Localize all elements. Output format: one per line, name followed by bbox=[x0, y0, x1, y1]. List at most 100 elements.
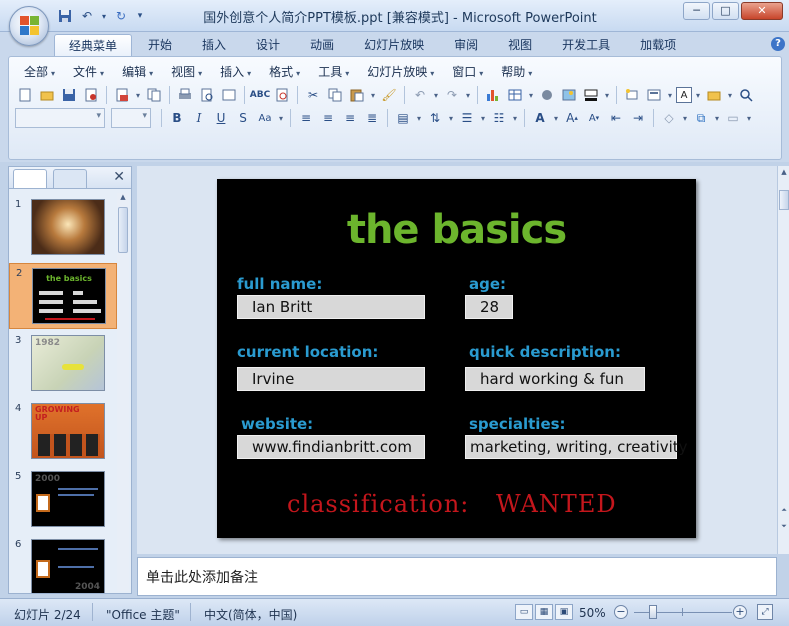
normal-view-icon[interactable]: ▭ bbox=[515, 604, 533, 620]
justify-icon[interactable]: ≣ bbox=[362, 108, 382, 128]
redo-icon[interactable]: ↷ bbox=[442, 85, 462, 105]
tab-slides[interactable] bbox=[13, 169, 47, 188]
new-slide-icon[interactable] bbox=[622, 85, 642, 105]
chevron-down-icon[interactable]: ▾ bbox=[511, 114, 519, 123]
text-direction-icon[interactable]: ⇅ bbox=[425, 108, 445, 128]
next-slide-icon[interactable]: ⏷ bbox=[778, 522, 789, 531]
print-preview-icon[interactable] bbox=[197, 85, 217, 105]
shapes-icon[interactable]: ◇ bbox=[659, 108, 679, 128]
align-left-icon[interactable]: ≡ bbox=[296, 108, 316, 128]
slide-thumbnail-3[interactable]: 3 1982 bbox=[9, 331, 117, 397]
thumbnails-scrollbar[interactable]: ▲ bbox=[117, 193, 129, 591]
slide-thumbnail-1[interactable]: 1 bbox=[9, 195, 117, 261]
redo-icon[interactable]: ↻ bbox=[112, 7, 130, 25]
copy-icon[interactable] bbox=[325, 85, 345, 105]
undo-dropdown-icon[interactable]: ▾ bbox=[100, 7, 108, 25]
age-value[interactable]: 28 bbox=[465, 295, 513, 319]
office-button[interactable] bbox=[9, 6, 49, 46]
arrange-icon[interactable]: ⧉ bbox=[691, 108, 711, 128]
close-button[interactable]: ✕ bbox=[741, 2, 783, 20]
research-icon[interactable] bbox=[272, 85, 292, 105]
language-indicator[interactable]: 中文(简体，中国) bbox=[204, 606, 297, 623]
chevron-down-icon[interactable]: ▾ bbox=[726, 91, 734, 100]
chevron-down-icon[interactable]: ▾ bbox=[134, 91, 142, 100]
font-name-combo[interactable] bbox=[15, 108, 105, 128]
copy-page-icon[interactable] bbox=[144, 85, 164, 105]
chevron-down-icon[interactable]: ▾ bbox=[527, 91, 535, 100]
minimize-button[interactable]: ─ bbox=[683, 2, 710, 20]
slide-view-icon[interactable] bbox=[219, 85, 239, 105]
change-case-button[interactable]: Aa bbox=[255, 108, 275, 128]
table-icon[interactable] bbox=[505, 85, 525, 105]
tab-design[interactable]: 设计 bbox=[242, 34, 294, 56]
menu-slideshow[interactable]: 幻灯片放映 ▾ bbox=[358, 63, 443, 81]
previous-slide-icon[interactable]: ⏶ bbox=[778, 506, 789, 515]
spelling-icon[interactable]: ABC bbox=[250, 85, 270, 105]
textbox-icon[interactable]: A bbox=[676, 87, 692, 103]
shrink-font-icon[interactable]: A ▾ bbox=[584, 108, 604, 128]
undo-icon[interactable]: ↶ bbox=[410, 85, 430, 105]
open-folder-icon[interactable] bbox=[37, 85, 57, 105]
scroll-up-icon[interactable]: ▲ bbox=[778, 168, 789, 176]
slide-thumbnail-4[interactable]: 4 GROWING UP bbox=[9, 399, 117, 465]
theme-name[interactable]: "Office 主题" bbox=[106, 606, 180, 623]
menu-edit[interactable]: 编辑 ▾ bbox=[113, 63, 162, 81]
quick-styles-icon[interactable]: ▭ bbox=[723, 108, 743, 128]
chevron-down-icon[interactable]: ▾ bbox=[713, 114, 721, 123]
specialties-value[interactable]: marketing, writing, creativity bbox=[465, 435, 688, 459]
menu-file[interactable]: 文件 ▾ bbox=[64, 63, 113, 81]
undo-icon[interactable]: ↶ bbox=[78, 7, 96, 25]
chevron-down-icon[interactable]: ▾ bbox=[415, 114, 423, 123]
zoom-level[interactable]: 50% bbox=[579, 606, 606, 620]
shadow-button[interactable]: S bbox=[233, 108, 253, 128]
chevron-down-icon[interactable]: ▾ bbox=[694, 91, 702, 100]
menu-tools[interactable]: 工具 ▾ bbox=[309, 63, 358, 81]
menu-all[interactable]: 全部 ▾ bbox=[15, 63, 64, 81]
menu-view[interactable]: 视图 ▾ bbox=[162, 63, 211, 81]
slide-thumbnail-5[interactable]: 5 2000 bbox=[9, 467, 117, 533]
menu-insert[interactable]: 插入 ▾ bbox=[211, 63, 260, 81]
permission-icon[interactable] bbox=[81, 85, 101, 105]
menu-format[interactable]: 格式 ▾ bbox=[260, 63, 309, 81]
zoom-slider-handle[interactable] bbox=[649, 605, 657, 619]
chevron-down-icon[interactable]: ▾ bbox=[603, 91, 611, 100]
grow-font-icon[interactable]: A ▴ bbox=[562, 108, 582, 128]
tab-classic-menu[interactable]: 经典菜单 bbox=[54, 34, 133, 56]
scroll-up-icon[interactable]: ▲ bbox=[117, 193, 129, 205]
layout-icon[interactable] bbox=[644, 85, 664, 105]
chevron-down-icon[interactable]: ▾ bbox=[552, 114, 560, 123]
columns-icon[interactable]: ▤ bbox=[393, 108, 413, 128]
chevron-down-icon[interactable]: ▾ bbox=[277, 114, 285, 123]
increase-indent-icon[interactable]: ⇥ bbox=[628, 108, 648, 128]
font-size-combo[interactable] bbox=[111, 108, 151, 128]
save-icon[interactable] bbox=[56, 7, 74, 25]
italic-button[interactable]: I bbox=[189, 108, 209, 128]
new-document-icon[interactable] bbox=[15, 85, 35, 105]
customize-qat-icon[interactable]: ▾ bbox=[134, 7, 146, 25]
font-color-button[interactable]: A bbox=[530, 108, 550, 128]
slide-scrollbar[interactable]: ▲ ⏶ ⏷ bbox=[777, 166, 789, 554]
help-icon[interactable]: ? bbox=[771, 37, 785, 51]
slide-thumbnail-6[interactable]: 6 2004 bbox=[9, 535, 117, 593]
maximize-button[interactable]: □ bbox=[712, 2, 739, 20]
slideshow-view-icon[interactable]: ▣ bbox=[555, 604, 573, 620]
zoom-out-icon[interactable]: − bbox=[614, 605, 628, 619]
decrease-indent-icon[interactable]: ⇤ bbox=[606, 108, 626, 128]
tab-review[interactable]: 审阅 bbox=[440, 34, 492, 56]
chevron-down-icon[interactable]: ▾ bbox=[666, 91, 674, 100]
cut-icon[interactable]: ✂ bbox=[303, 85, 323, 105]
underline-button[interactable]: U bbox=[211, 108, 231, 128]
location-value[interactable]: Irvine bbox=[237, 367, 425, 391]
email-icon[interactable] bbox=[112, 85, 132, 105]
tab-home[interactable]: 开始 bbox=[134, 34, 186, 56]
current-slide[interactable]: the basics full name: Ian Britt age: 28 … bbox=[217, 179, 696, 538]
insert-picture-icon[interactable] bbox=[559, 85, 579, 105]
tab-slideshow[interactable]: 幻灯片放映 bbox=[350, 34, 438, 56]
scroll-thumb[interactable] bbox=[779, 190, 789, 210]
numbering-icon[interactable]: ☰ bbox=[457, 108, 477, 128]
fit-to-window-icon[interactable]: ⤢ bbox=[757, 604, 773, 620]
search-icon[interactable] bbox=[736, 85, 756, 105]
tab-addins[interactable]: 加载项 bbox=[626, 34, 690, 56]
slide-title[interactable]: the basics bbox=[217, 207, 696, 253]
paste-icon[interactable] bbox=[347, 85, 367, 105]
